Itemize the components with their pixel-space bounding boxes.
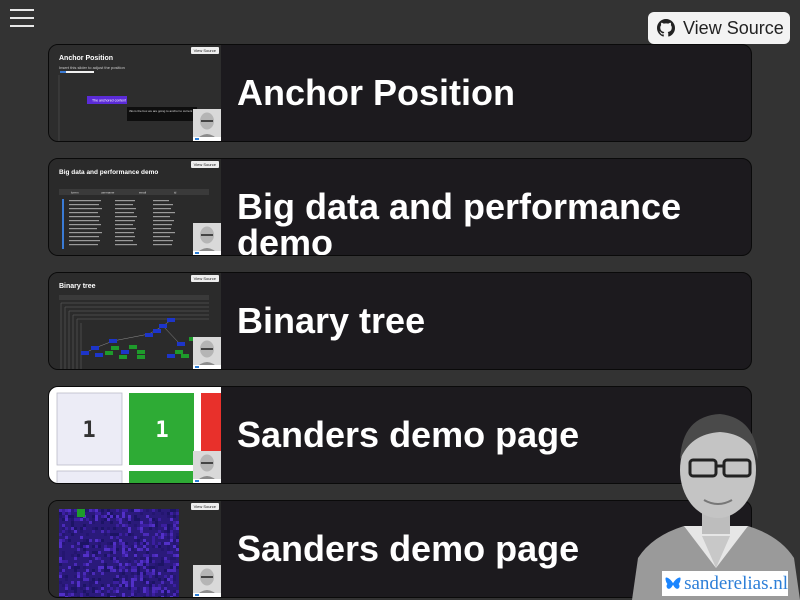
- demo-card-big-data[interactable]: View Source Big data and performance dem…: [48, 158, 752, 256]
- page: View Source View Source Anchor Position …: [0, 0, 800, 600]
- thumb-col-0: lorem: [71, 191, 79, 195]
- thumb-col-1: username: [101, 191, 115, 195]
- avatar-icon: [193, 337, 221, 369]
- avatar-icon: [193, 223, 221, 255]
- thumbnail: View Source Binary tree: [49, 273, 221, 369]
- card-title: Binary tree: [237, 300, 426, 341]
- avatar-icon: [193, 109, 221, 141]
- thumb-cell-1: 1: [155, 418, 168, 443]
- view-source-label: View Source: [683, 17, 784, 38]
- avatar-icon: [193, 451, 221, 483]
- site-brand-badge[interactable]: sanderelias.nl: [662, 571, 788, 596]
- view-source-button[interactable]: View Source: [648, 12, 790, 44]
- github-icon: [657, 19, 675, 37]
- card-title: Big data and performance demo: [237, 186, 682, 256]
- thumbnail: View Source Anchor Position Insert this …: [49, 45, 221, 141]
- site-brand-label: sanderelias.nl: [684, 572, 788, 594]
- thumbnail: View Source: [49, 501, 221, 597]
- thumb-col-3: id: [174, 191, 177, 195]
- thumb-col-2: email: [139, 191, 147, 195]
- thumb-cell-0: 1: [82, 418, 95, 443]
- demo-card-binary-tree[interactable]: View Source Binary tree Binary tree: [48, 272, 752, 370]
- demo-card-anchor-position[interactable]: View Source Anchor Position Insert this …: [48, 44, 752, 142]
- hamburger-menu-icon[interactable]: [10, 9, 34, 27]
- thumbnail: 1 1: [49, 387, 221, 483]
- thumbnail: View Source Big data and performance dem…: [49, 159, 221, 255]
- card-title: Anchor Position: [237, 72, 515, 113]
- thumb-popup-label: The anchored content: [92, 99, 126, 103]
- avatar-icon: [193, 565, 221, 597]
- butterfly-icon: [665, 576, 681, 589]
